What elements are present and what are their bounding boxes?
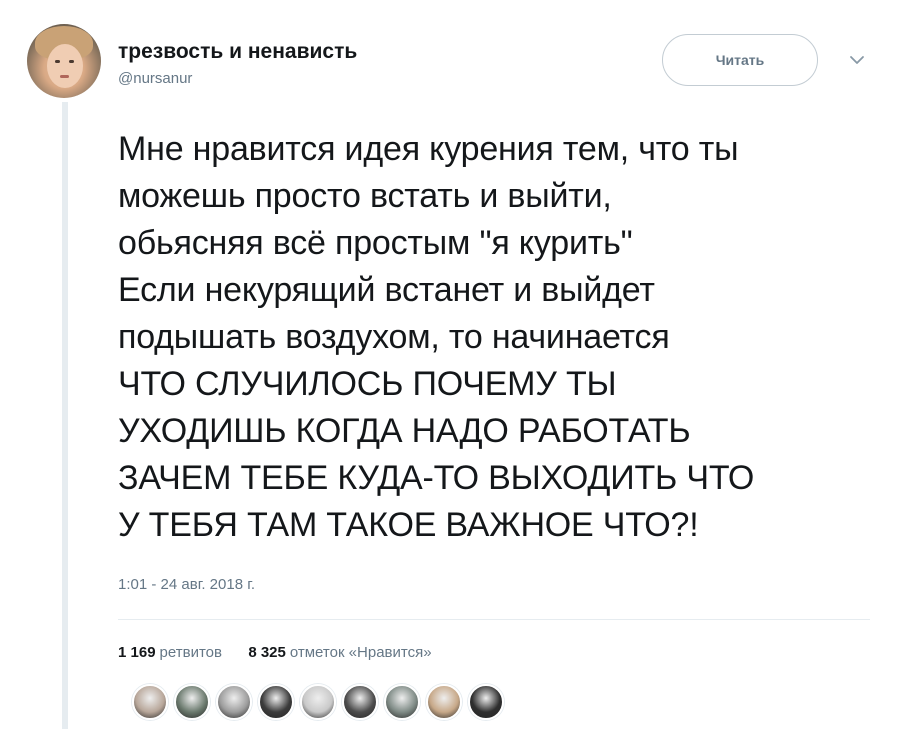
tweet-timestamp[interactable]: 1:01 - 24 авг. 2018 г. (118, 576, 255, 593)
author-display-name[interactable]: трезвость и ненависть (118, 40, 357, 64)
stats-divider (118, 619, 870, 620)
avatar-eye-left (55, 60, 60, 63)
follow-button[interactable]: Читать (662, 34, 818, 86)
liker-avatar-9[interactable] (468, 684, 504, 720)
liker-avatar-5[interactable] (300, 684, 336, 720)
tweet-stats: 1 169 ретвитов 8 325 отметок «Нравится» (118, 644, 432, 661)
liker-avatar-1[interactable] (132, 684, 168, 720)
author-avatar[interactable] (27, 24, 101, 98)
likes-label: отметок «Нравится» (289, 644, 432, 661)
liker-avatar-2[interactable] (174, 684, 210, 720)
author-handle[interactable]: @nursanur (118, 70, 192, 87)
liker-avatar-6[interactable] (342, 684, 378, 720)
retweets-stat[interactable]: 1 169 ретвитов (118, 644, 226, 661)
liker-avatar-4[interactable] (258, 684, 294, 720)
liker-avatars (132, 684, 504, 720)
retweets-label: ретвитов (159, 644, 222, 661)
tweet-text: Мне нравится идея курения тем, что ты мо… (118, 130, 755, 544)
liker-avatar-7[interactable] (384, 684, 420, 720)
liker-avatar-3[interactable] (216, 684, 252, 720)
likes-stat[interactable]: 8 325 отметок «Нравится» (244, 644, 431, 661)
retweets-count: 1 169 (118, 644, 156, 661)
thread-connector-line (62, 102, 68, 729)
avatar-face (47, 44, 83, 88)
avatar-mouth (60, 75, 69, 78)
liker-avatar-8[interactable] (426, 684, 462, 720)
chevron-down-icon[interactable] (849, 54, 865, 66)
likes-count: 8 325 (248, 644, 286, 661)
avatar-eye-right (69, 60, 74, 63)
